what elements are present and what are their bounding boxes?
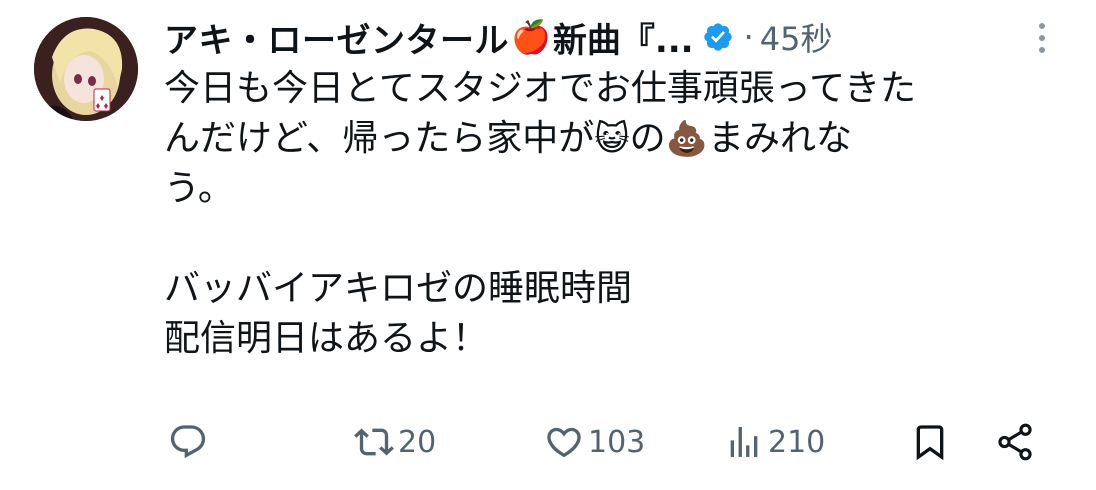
tweet-text-line-5: 配信明日はあるよ！: [164, 318, 489, 359]
avatar[interactable]: [34, 17, 138, 121]
display-name[interactable]: アキ・ローゼンタール: [164, 13, 509, 62]
reply-icon: [168, 422, 208, 462]
apple-emoji: 🍎: [511, 18, 551, 56]
tweet-text-line-1: 今日も今日とてスタジオでお仕事頑張ってきた: [164, 68, 917, 109]
retweet-icon: [354, 422, 394, 462]
poop-emoji: 💩: [665, 119, 709, 159]
tweet-text-line-3: う。: [164, 168, 234, 209]
share-button[interactable]: [994, 412, 1036, 472]
share-icon: [994, 421, 1036, 463]
tweet-text: 今日も今日とてスタジオでお仕事頑張ってきた んだけど、帰ったら家中が😺の💩まみれ…: [164, 64, 1064, 364]
tweet-text-line-4: バッバイアキロゼの睡眠時間: [164, 268, 633, 309]
tweet-header: アキ・ローゼンタール 🍎 新曲『... · 45秒: [164, 13, 833, 61]
like-button[interactable]: 103: [544, 412, 645, 472]
more-icon[interactable]: [1030, 18, 1054, 58]
tweet-text-line-2b: の: [629, 118, 666, 159]
bookmark-button[interactable]: [910, 412, 950, 472]
bookmark-icon: [910, 422, 950, 462]
tweet-text-line-2c: まみれな: [708, 118, 853, 159]
separator: ·: [743, 18, 754, 56]
verified-badge-icon: [702, 21, 734, 53]
retweet-button[interactable]: 20: [354, 412, 436, 472]
views-count: 210: [768, 424, 826, 460]
views-icon: [724, 422, 764, 462]
views-button[interactable]: 210: [724, 412, 825, 472]
timestamp[interactable]: 45秒: [760, 14, 833, 60]
like-count: 103: [588, 424, 646, 460]
tweet-text-line-2a: んだけど、帰ったら家中が: [164, 118, 595, 159]
like-icon: [544, 422, 584, 462]
cat-emoji: 😺: [594, 119, 630, 159]
display-name-suffix[interactable]: 新曲『...: [553, 13, 694, 62]
tweet[interactable]: アキ・ローゼンタール 🍎 新曲『... · 45秒 今日も今日とてスタジオでお仕…: [0, 0, 1096, 490]
retweet-count: 20: [398, 424, 437, 460]
action-bar: 20 103 210: [164, 412, 1044, 472]
reply-button[interactable]: [168, 412, 212, 472]
